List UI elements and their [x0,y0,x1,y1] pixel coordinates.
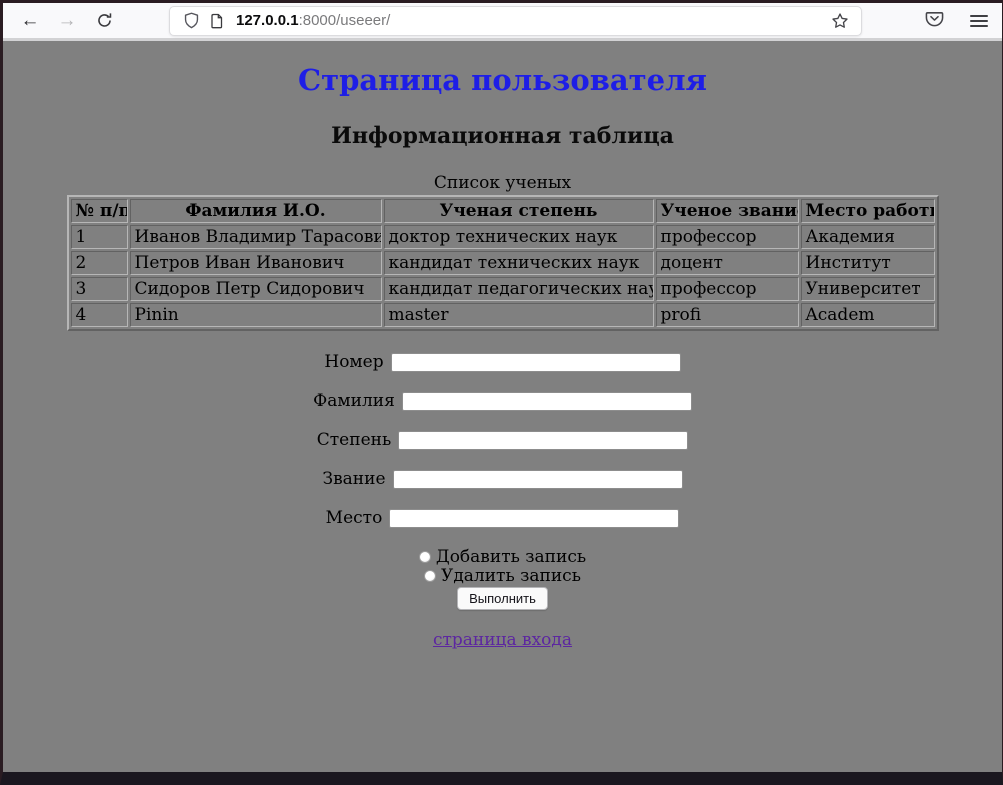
table-cell: доцент [656,251,799,275]
table-cell: Pinin [130,303,382,327]
table-cell: профессор [656,225,799,249]
table-row: 3Сидоров Петр Сидоровичкандидат педагоги… [71,277,935,301]
table-cell: профессор [656,277,799,301]
surname-label: Фамилия [313,391,395,411]
number-row: Номер [3,352,1002,372]
button-row: Выполнить [3,587,1002,610]
page-content: Страница пользователя Информационная таб… [3,41,1002,772]
address-path: :8000/useeer/ [299,12,391,29]
shield-icon[interactable] [178,8,204,34]
table-cell: доктор технических наук [384,225,654,249]
forward-button[interactable]: → [54,8,80,34]
scientists-table-body: 1Иванов Владимир Тарасовичдоктор техниче… [71,225,935,327]
place-row: Место [3,508,1002,528]
table-cell: Сидоров Петр Сидорович [130,277,382,301]
table-cell: master [384,303,654,327]
surname-row: Фамилия [3,391,1002,411]
table-cell: 1 [71,225,128,249]
menu-hamburger-icon[interactable] [970,13,988,29]
address-text[interactable]: 127.0.0.1:8000/useeer/ [236,12,827,29]
pocket-icon[interactable] [925,9,944,33]
table-header-cell: Фамилия И.О. [130,199,382,223]
table-row: 4PininmasterprofiAcadem [71,303,935,327]
delete-record-radio-button[interactable] [424,570,436,582]
browser-toolbar: ← → 127.0.0.1:8000/useeer/ [3,3,1002,41]
delete-record-radio-row: Удалить запись [3,566,1002,585]
table-cell: Институт [801,251,935,275]
place-input[interactable] [389,509,679,528]
action-radio-group: Добавить записьУдалить запись [3,547,1002,585]
table-caption: Список ученых [3,173,1002,193]
table-header-cell: Ученое звание [656,199,799,223]
table-cell: Academ [801,303,935,327]
table-cell: Академия [801,225,935,249]
page-proxy-icon[interactable] [204,8,230,34]
number-label: Номер [324,352,383,372]
number-input[interactable] [391,353,681,372]
table-cell: Университет [801,277,935,301]
entry-form: Номер Фамилия Степень Звание Место [3,352,1002,528]
degree-label: Степень [317,430,391,450]
page-subtitle: Информационная таблица [3,123,1002,149]
add-record-radio-button[interactable] [419,551,431,563]
table-cell: Петров Иван Иванович [130,251,382,275]
login-page-link[interactable]: страница входа [433,630,572,650]
table-cell: 2 [71,251,128,275]
table-header-cell: Ученая степень [384,199,654,223]
address-host: 127.0.0.1 [236,12,299,29]
toolbar-right-cluster [925,9,988,33]
surname-input[interactable] [402,392,692,411]
table-cell: Иванов Владимир Тарасович [130,225,382,249]
page-title: Страница пользователя [3,63,1002,97]
rank-input[interactable] [393,470,683,489]
table-cell: кандидат технических наук [384,251,654,275]
browser-window: ← → 127.0.0.1:8000/useeer/ [0,0,1003,785]
rank-label: Звание [322,469,385,489]
delete-record-radio-label: Удалить запись [441,566,581,586]
table-cell: кандидат педагогических наук [384,277,654,301]
table-header-cell: Место работы [801,199,935,223]
add-record-radio-row: Добавить запись [3,547,1002,566]
place-label: Место [326,508,383,528]
table-cell: profi [656,303,799,327]
degree-input[interactable] [398,431,688,450]
link-row: страница входа [3,630,1002,650]
table-header-row: № п/пФамилия И.О.Ученая степеньУченое зв… [71,199,935,223]
bookmark-star-icon[interactable] [827,8,853,34]
back-button[interactable]: ← [17,8,43,34]
reload-icon [96,12,113,29]
table-cell: 4 [71,303,128,327]
table-header-cell: № п/п [71,199,128,223]
table-row: 1Иванов Владимир Тарасовичдоктор техниче… [71,225,935,249]
table-cell: 3 [71,277,128,301]
scientists-table: № п/пФамилия И.О.Ученая степеньУченое зв… [67,195,939,331]
url-bar[interactable]: 127.0.0.1:8000/useeer/ [169,6,862,36]
rank-row: Звание [3,469,1002,489]
execute-button[interactable]: Выполнить [457,587,548,610]
add-record-radio-label: Добавить запись [436,547,586,567]
reload-button[interactable] [91,8,117,34]
degree-row: Степень [3,430,1002,450]
table-row: 2Петров Иван Ивановичкандидат технически… [71,251,935,275]
